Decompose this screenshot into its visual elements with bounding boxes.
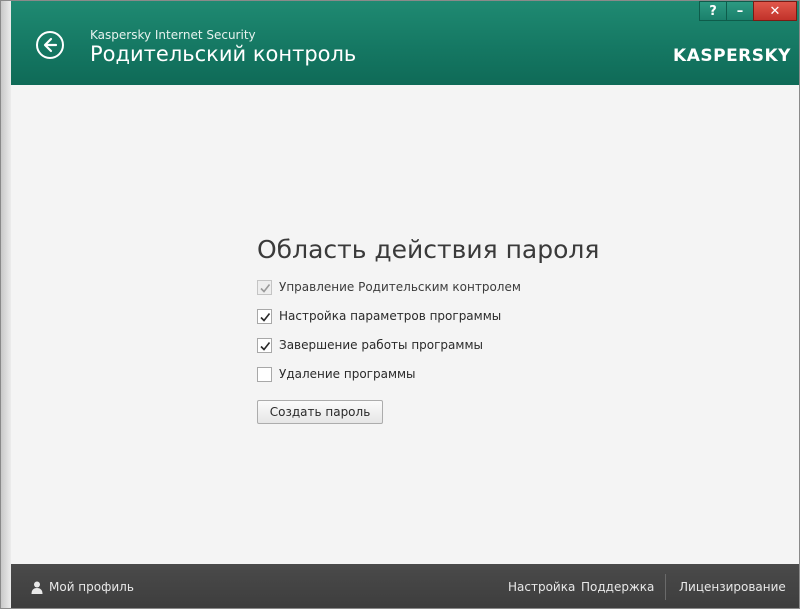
app-window: Kaspersky Internet Security Родительский…	[0, 0, 800, 609]
checkmark-icon	[260, 312, 271, 322]
checkmark-icon	[260, 341, 271, 351]
header-bar: Kaspersky Internet Security Родительский…	[11, 1, 799, 85]
create-password-button[interactable]: Создать пароль	[257, 400, 383, 424]
footer-bar: Мой профиль Настройка Поддержка Лицензир…	[11, 564, 799, 608]
option-label: Настройка параметров программы	[279, 309, 502, 323]
option-uninstall-program[interactable]: Удаление программы	[257, 365, 416, 383]
page-title: Родительский контроль	[90, 42, 357, 66]
footer-divider	[665, 574, 666, 600]
help-button[interactable]: ?	[699, 1, 726, 21]
option-label: Удаление программы	[279, 367, 416, 381]
my-profile-label: Мой профиль	[49, 580, 134, 594]
section-title: Область действия пароля	[257, 235, 600, 264]
user-icon	[31, 581, 43, 594]
window-shadow	[1, 1, 11, 608]
arrow-left-icon	[43, 37, 58, 53]
checkbox-checked[interactable]	[257, 337, 272, 353]
licensing-link[interactable]: Лицензирование	[679, 580, 786, 594]
close-button[interactable]: ✕	[753, 1, 797, 21]
minimize-button[interactable]: –	[726, 1, 753, 21]
app-name: Kaspersky Internet Security	[90, 28, 256, 42]
support-link[interactable]: Поддержка	[581, 580, 654, 594]
window-controls: ? – ✕	[699, 1, 797, 23]
checkbox-unchecked[interactable]	[257, 366, 272, 382]
kaspersky-logo: KASPERSKY	[673, 46, 791, 66]
checkmark-icon	[260, 283, 271, 293]
settings-link[interactable]: Настройка	[508, 580, 575, 594]
option-label: Завершение работы программы	[279, 338, 483, 352]
my-profile-link[interactable]: Мой профиль	[31, 580, 134, 594]
back-button[interactable]	[36, 31, 64, 59]
option-label: Управление Родительским контролем	[279, 280, 521, 294]
main-content: Область действия пароля Управление Родит…	[11, 85, 799, 564]
option-program-settings[interactable]: Настройка параметров программы	[257, 307, 501, 325]
option-exit-program[interactable]: Завершение работы программы	[257, 336, 483, 354]
checkbox-checked[interactable]	[257, 308, 272, 324]
checkbox-checked-disabled[interactable]	[257, 279, 272, 295]
option-parental-control[interactable]: Управление Родительским контролем	[257, 278, 521, 296]
